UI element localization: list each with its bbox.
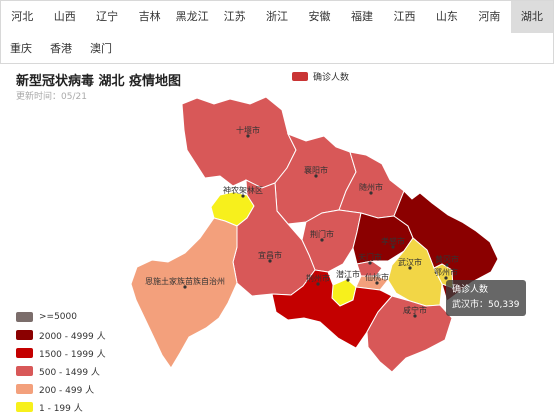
legend-item[interactable]: 1500 - 1999 人 bbox=[16, 344, 106, 362]
region-label: 荆门市 bbox=[310, 229, 334, 239]
legend-item[interactable]: 1 - 199 人 bbox=[16, 398, 106, 412]
color-legend: >=5000 2000 - 4999 人 1500 - 1999 人 500 - 14… bbox=[16, 308, 106, 412]
region-label: 武汉市 bbox=[398, 257, 422, 267]
region-label: 随州市 bbox=[359, 182, 383, 192]
region-label: 孝感市 bbox=[381, 236, 405, 246]
legend-label: 200 - 499 人 bbox=[39, 385, 95, 396]
legend-swatch bbox=[16, 402, 33, 412]
tooltip-title: 确诊人数 bbox=[452, 285, 489, 295]
region-label: 咸宁市 bbox=[403, 305, 427, 315]
legend-label: 2000 - 4999 人 bbox=[39, 331, 106, 342]
region-label: 荆州市 bbox=[306, 273, 330, 283]
region-label: 十堰市 bbox=[236, 125, 260, 135]
tooltip-value: 武汉市：50,339 bbox=[452, 300, 520, 310]
region-label: 神农架林区 bbox=[223, 185, 263, 195]
region-label: 恩施土家族苗族自治州 bbox=[145, 276, 225, 286]
legend-item[interactable]: >=5000 bbox=[16, 308, 106, 326]
map-region[interactable] bbox=[130, 217, 238, 369]
legend-item[interactable]: 2000 - 4999 人 bbox=[16, 326, 106, 344]
legend-swatch bbox=[16, 366, 33, 376]
legend-label: 1500 - 1999 人 bbox=[39, 349, 106, 360]
legend-swatch bbox=[16, 312, 33, 322]
legend-label: 500 - 1499 人 bbox=[39, 367, 100, 378]
legend-label: 1 - 199 人 bbox=[39, 403, 83, 412]
region-label: 天门市 bbox=[358, 252, 382, 262]
region-label: 仙桃市 bbox=[365, 272, 389, 282]
region-label: 鄂州市 bbox=[434, 267, 458, 277]
region-label: 黄冈市 bbox=[435, 254, 459, 264]
legend-item[interactable]: 500 - 1499 人 bbox=[16, 362, 106, 380]
legend-item[interactable]: 200 - 499 人 bbox=[16, 380, 106, 398]
map-region[interactable] bbox=[181, 96, 297, 189]
map-tooltip: 确诊人数 武汉市：50,339 bbox=[446, 280, 526, 316]
region-label: 宜昌市 bbox=[258, 250, 282, 260]
legend-swatch bbox=[16, 330, 33, 340]
legend-label: >=5000 bbox=[39, 312, 77, 322]
region-label: 潜江市 bbox=[336, 269, 360, 279]
region-label: 襄阳市 bbox=[304, 165, 328, 175]
legend-swatch bbox=[16, 384, 33, 394]
legend-swatch bbox=[16, 348, 33, 358]
